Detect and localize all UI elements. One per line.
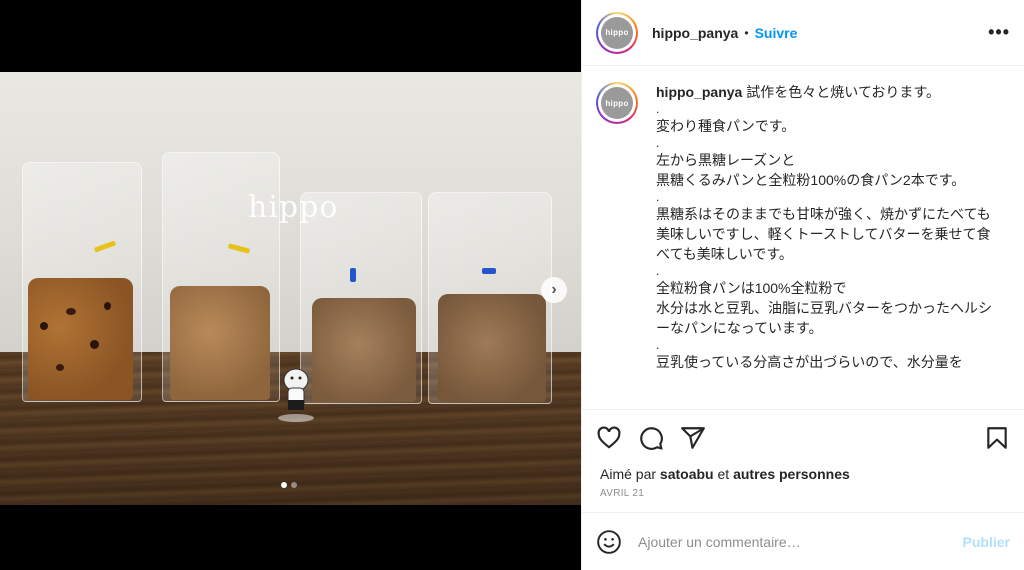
caption-line: 全粒粉食パンは100%全粒粉で	[656, 280, 847, 296]
caption-area[interactable]: hippo hippo_panya 試作を色々と焼いております。 . 変わり種食パ…	[582, 66, 1024, 410]
carousel-dot	[281, 482, 287, 488]
watermark-text: hippo	[248, 190, 339, 225]
caption-first-line: 試作を色々と焼いております。	[742, 84, 941, 100]
avatar-text: hippo	[601, 16, 633, 49]
caption-line: 黒糖くるみパンと全粒粉100%の食パン2本です。	[656, 172, 966, 188]
post-photo: hippo	[0, 72, 581, 505]
caption-line: .	[656, 264, 660, 278]
caption-line: .	[656, 190, 660, 204]
post-header: hippo hippo_panya • Suivre •••	[582, 0, 1024, 66]
separator-dot: •	[744, 25, 749, 40]
likes-middle: et	[713, 466, 734, 482]
comment-bar: Publier	[582, 512, 1024, 570]
comment-input[interactable]	[638, 533, 963, 550]
post-date[interactable]: AVRIL 21	[582, 482, 1024, 512]
heart-icon[interactable]	[596, 425, 622, 451]
caption-avatar[interactable]: hippo	[596, 82, 638, 124]
carousel-next-button[interactable]: ›	[541, 277, 567, 303]
caption-line: 黒糖系はそのままでも甘味が強く、焼かずにたべても美味しいですし、軽くトーストして…	[656, 206, 991, 262]
caption-line: .	[656, 136, 660, 150]
post-sidebar: hippo hippo_panya • Suivre ••• hippo hip…	[581, 0, 1024, 570]
caption-line: 水分は水と豆乳、油脂に豆乳バターをつかったヘルシーなパンになっています。	[656, 300, 992, 336]
avatar-text: hippo	[601, 87, 633, 119]
caption-line: 豆乳使っている分高さが出づらいので、水分量を	[656, 354, 963, 370]
action-bar	[582, 410, 1024, 466]
comment-icon[interactable]	[638, 425, 664, 451]
follow-button[interactable]: Suivre	[755, 25, 798, 41]
caption-username[interactable]: hippo_panya	[656, 84, 742, 100]
likes-others-link[interactable]: autres personnes	[733, 466, 850, 482]
smiley-icon[interactable]	[596, 529, 622, 555]
caption-line: 左から黒糖レーズンと	[656, 152, 796, 168]
username-link[interactable]: hippo_panya	[652, 25, 738, 41]
post-media[interactable]: hippo ›	[0, 0, 581, 570]
paper-plane-icon[interactable]	[680, 425, 706, 451]
figurine-image	[278, 368, 314, 422]
carousel-dot	[291, 482, 297, 488]
publish-button[interactable]: Publier	[963, 534, 1010, 550]
avatar[interactable]: hippo	[596, 11, 638, 54]
caption-line: 変わり種食パンです。	[656, 118, 796, 134]
caption-line: .	[656, 102, 660, 116]
likes-user-link[interactable]: satoabu	[660, 466, 714, 482]
likes-text: Aimé par satoabu et autres personnes	[582, 466, 1024, 482]
carousel-dots	[281, 482, 297, 488]
more-options-icon[interactable]: •••	[988, 22, 1010, 43]
likes-prefix: Aimé par	[600, 466, 660, 482]
caption-text: hippo_panya 試作を色々と焼いております。 . 変わり種食パンです。. 左…	[656, 82, 1001, 372]
caption-line: .	[656, 338, 660, 352]
bookmark-icon[interactable]	[984, 425, 1010, 451]
